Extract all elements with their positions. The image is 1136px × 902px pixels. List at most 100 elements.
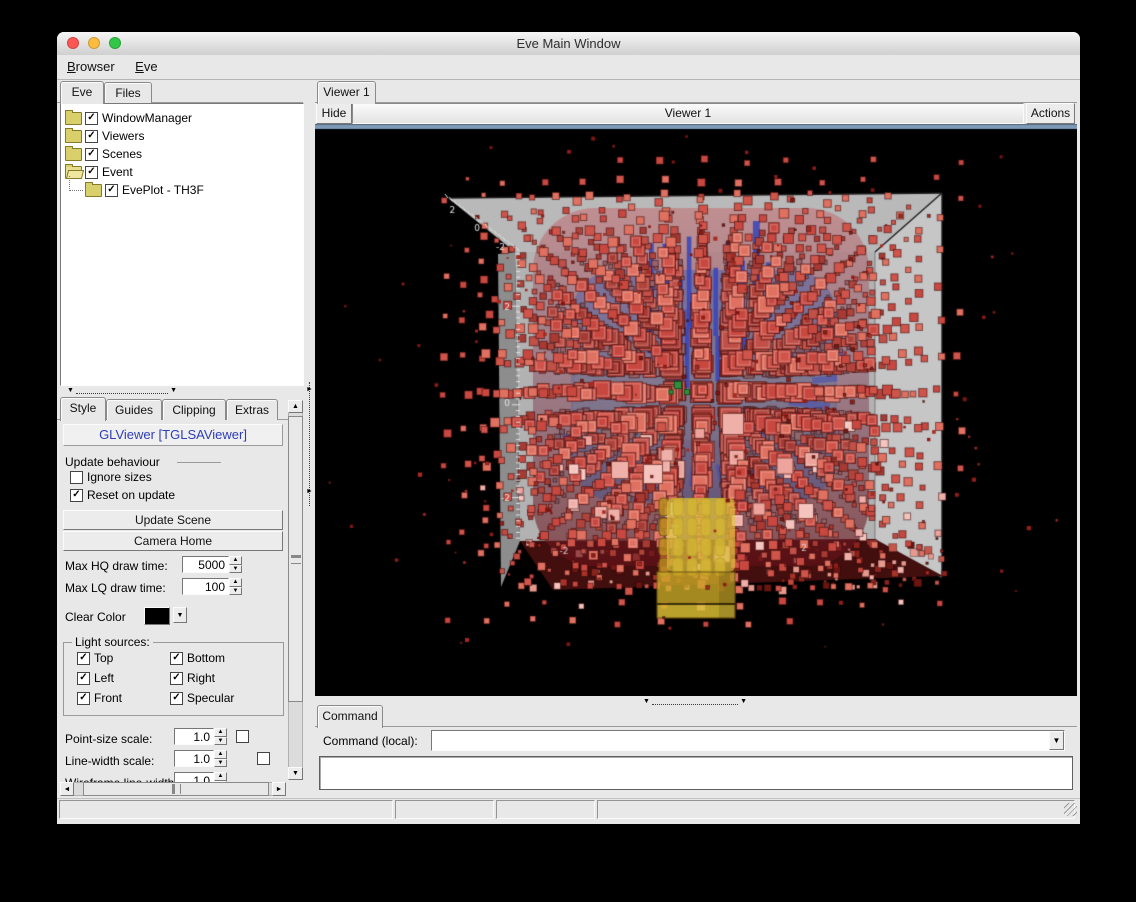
sidebar-hsplitter[interactable]: ▼ ▼ [67,387,177,395]
tree-item-windowmanager[interactable]: ✓ WindowManager [65,109,192,127]
camera-home-button[interactable]: Camera Home [63,531,283,551]
line-width-label: Line-width scale: [65,754,154,768]
style-hscrollbar-left[interactable]: ◄ [60,782,74,796]
point-size-label: Point-size scale: [65,732,152,746]
tree-item-scenes[interactable]: ✓ Scenes [65,145,142,163]
light-left-checkbox[interactable]: ✓ [77,672,90,685]
light-specular-row[interactable]: ✓ Specular [170,691,234,705]
max-hq-entry[interactable]: 5000 [182,556,229,573]
spin-up-icon[interactable]: ▲ [229,578,242,587]
spin-down-icon[interactable]: ▼ [229,587,242,596]
style-vscrollbar-thumb[interactable] [288,416,303,702]
folder-icon [65,148,82,161]
light-specular-checkbox[interactable]: ✓ [170,692,183,705]
max-lq-entry[interactable]: 100 [182,578,229,595]
command-input[interactable] [431,730,1065,751]
style-hscrollbar-right[interactable]: ► [272,782,286,796]
light-left-row[interactable]: ✓ Left [77,671,114,685]
check-icon: ✓ [172,673,180,683]
clear-color-dropdown[interactable]: ▼ [173,607,187,623]
tree-item-eveplot[interactable]: ✓ EvePlot - TH3F [65,181,204,199]
tab-guides[interactable]: Guides [106,399,162,420]
window-title: Eve Main Window [57,32,1080,55]
folder-icon [65,130,82,143]
light-sources-title: Light sources: [72,635,153,649]
light-front-row[interactable]: ✓ Front [77,691,122,705]
tree-item-label: EvePlot - TH3F [122,183,204,197]
spin-down-icon[interactable]: ▼ [214,759,227,768]
menu-eve[interactable]: Eve [127,55,165,74]
tree-checkbox[interactable]: ✓ [85,166,98,179]
actions-button[interactable]: Actions [1026,103,1075,124]
spin-up-icon[interactable]: ▲ [214,750,227,759]
clear-color-swatch[interactable] [144,607,170,625]
point-size-entry[interactable]: 1.0 [174,728,214,745]
tab-style[interactable]: Style [60,397,106,421]
viewer-title-bar[interactable]: Viewer 1 [352,103,1024,124]
tab-eve[interactable]: Eve [60,81,104,104]
folder-icon [85,184,102,197]
style-vscrollbar-down[interactable]: ▼ [288,767,303,780]
style-vscrollbar-up[interactable]: ▲ [288,400,303,413]
spin-down-icon[interactable]: ▼ [229,565,242,574]
tree-connector [69,176,83,191]
reset-on-update-checkbox[interactable]: ✓ [70,489,83,502]
update-behaviour-label: Update behaviour [65,455,160,469]
main-vsplitter[interactable]: ► ► [305,81,314,796]
caret-down-icon: ▼ [67,387,74,395]
zoom-button[interactable] [109,37,121,49]
tree-checkbox[interactable]: ✓ [85,112,98,125]
light-front-checkbox[interactable]: ✓ [77,692,90,705]
tab-command[interactable]: Command [317,705,383,728]
max-lq-spinner[interactable]: ▲ ▼ [229,578,242,595]
ignore-sizes-row[interactable]: ✓ Ignore sizes [70,470,152,484]
arrow-up-icon: ▲ [292,403,299,410]
menu-browser[interactable]: Browser [59,55,123,74]
resize-grip[interactable] [1064,803,1077,816]
tab-files[interactable]: Files [104,82,152,103]
line-width-checkbox[interactable]: ✓ [257,752,270,765]
minimize-button[interactable] [88,37,100,49]
reset-on-update-row[interactable]: ✓ Reset on update [70,488,175,502]
max-hq-spinner[interactable]: ▲ ▼ [229,556,242,573]
spin-up-icon[interactable]: ▲ [229,556,242,565]
style-hscrollbar-thumb[interactable] [83,782,269,796]
tab-extras[interactable]: Extras [226,399,278,420]
clear-color-label: Clear Color [65,610,126,624]
desktop: { "icons": { "check": "✓", "spin-up": "▲… [0,0,1136,902]
check-icon: ✓ [87,131,95,141]
hide-button[interactable]: Hide [316,103,352,124]
gl-viewport[interactable] [315,124,1077,696]
eve-tree-panel: ✓ WindowManager ✓ Viewers ✓ Scenes ✓ Eve… [60,103,304,386]
spin-up-icon[interactable]: ▲ [214,772,227,781]
spin-down-icon[interactable]: ▼ [214,737,227,746]
light-right-row[interactable]: ✓ Right [170,671,215,685]
close-button[interactable] [67,37,79,49]
tree-checkbox[interactable]: ✓ [85,148,98,161]
spin-up-icon[interactable]: ▲ [214,728,227,737]
light-bottom-row[interactable]: ✓ Bottom [170,651,225,665]
light-right-checkbox[interactable]: ✓ [170,672,183,685]
command-dropdown-button[interactable]: ▼ [1049,731,1064,750]
light-top-checkbox[interactable]: ✓ [77,652,90,665]
ignore-sizes-checkbox[interactable]: ✓ [70,471,83,484]
light-top-row[interactable]: ✓ Top [77,651,113,665]
line-width-entry[interactable]: 1.0 [174,750,214,767]
tree-checkbox[interactable]: ✓ [85,130,98,143]
tab-clipping[interactable]: Clipping [162,399,226,420]
check-icon: ✓ [79,693,87,703]
tree-checkbox[interactable]: ✓ [105,184,118,197]
light-bottom-checkbox[interactable]: ✓ [170,652,183,665]
glviewer-header[interactable]: GLViewer [TGLSAViewer] [63,424,283,446]
command-output[interactable] [319,756,1073,790]
check-icon: ✓ [87,113,95,123]
command-local-label: Command (local): [323,734,418,748]
update-scene-button[interactable]: Update Scene [63,510,283,530]
tree-item-viewers[interactable]: ✓ Viewers [65,127,144,145]
point-size-checkbox[interactable]: ✓ [236,730,249,743]
titlebar[interactable]: Eve Main Window [57,32,1080,56]
line-width-spinner[interactable]: ▲ ▼ [214,750,227,767]
command-hsplitter[interactable]: ▼ ▼ [643,698,747,706]
point-size-spinner[interactable]: ▲ ▼ [214,728,227,745]
tab-viewer-1[interactable]: Viewer 1 [317,81,376,104]
